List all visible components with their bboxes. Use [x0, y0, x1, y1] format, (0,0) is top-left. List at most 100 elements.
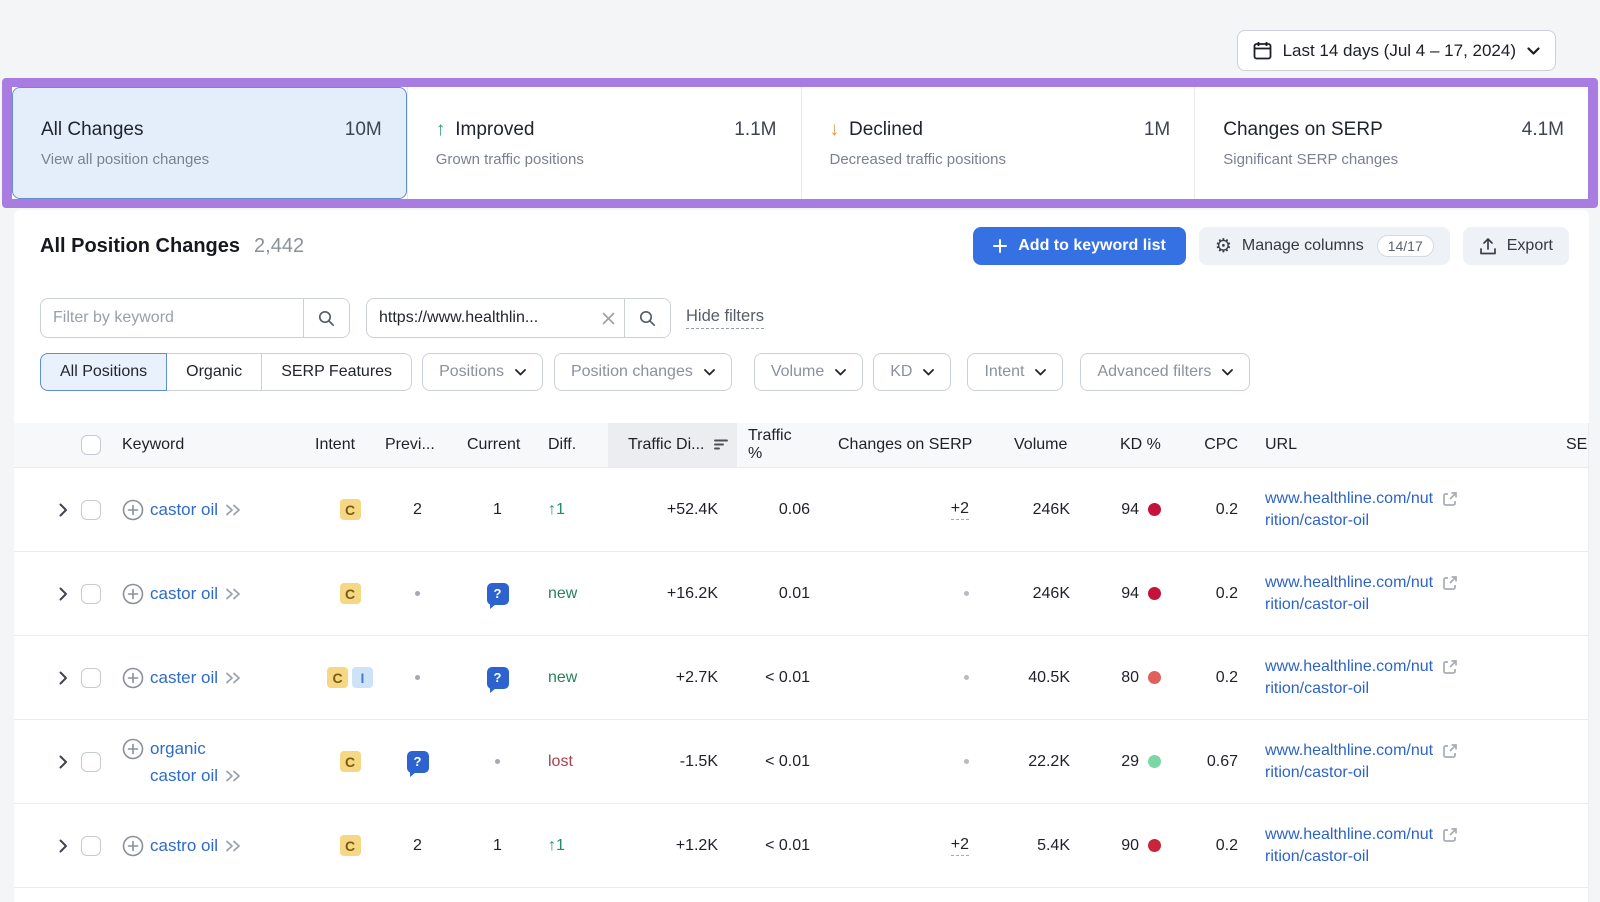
date-range-button[interactable]: Last 14 days (Jul 4 – 17, 2024) [1237, 30, 1556, 71]
row-checkbox[interactable] [81, 584, 101, 604]
column-header-previous[interactable]: Previ... [385, 436, 450, 454]
expand-row-button[interactable] [57, 501, 70, 519]
kd-value: 94 [1121, 501, 1139, 519]
expand-row-button[interactable] [57, 585, 70, 603]
external-link-icon[interactable] [1442, 659, 1458, 675]
add-keyword-icon[interactable] [122, 499, 144, 521]
keyword-link[interactable]: organiccastor oil [150, 739, 218, 785]
cpc-value: 0.2 [1180, 837, 1238, 855]
positions-filter-dropdown[interactable]: Positions [422, 353, 543, 391]
kd-difficulty-dot [1148, 587, 1161, 600]
tab-count: 1M [1144, 119, 1170, 141]
previous-position: 2 [385, 501, 450, 519]
double-chevron-icon[interactable] [225, 672, 242, 684]
double-chevron-icon[interactable] [225, 770, 242, 782]
add-keyword-icon[interactable] [122, 667, 144, 689]
tab-subtitle: Grown traffic positions [436, 151, 777, 168]
column-header-url[interactable]: URL [1265, 436, 1520, 454]
external-link-icon[interactable] [1442, 743, 1458, 759]
expand-row-button[interactable] [57, 669, 70, 687]
segment-serp-features[interactable]: SERP Features [262, 353, 412, 391]
highlight-annotation: All Changes 10M View all position change… [2, 78, 1598, 208]
url-search-button[interactable] [624, 299, 670, 337]
volume-filter-dropdown[interactable]: Volume [754, 353, 863, 391]
url-filter-input[interactable] [367, 299, 592, 337]
plus-icon [993, 239, 1007, 253]
add-keyword-icon[interactable] [122, 738, 144, 760]
people-also-ask-icon: ? [407, 751, 429, 773]
url-link[interactable]: www.healthline.com/nutrition/castor-oil [1265, 488, 1433, 532]
kd-difficulty-dot [1148, 755, 1161, 768]
manage-columns-button[interactable]: ⚙ Manage columns 14/17 [1199, 227, 1450, 265]
no-serp-changes-dot [964, 759, 969, 764]
segment-organic[interactable]: Organic [167, 353, 262, 391]
column-header-kd[interactable]: KD % [1095, 436, 1165, 454]
traffic-diff-value: +2.7K [608, 669, 737, 687]
serp-changes-link[interactable]: +2 [951, 500, 969, 520]
kd-filter-dropdown[interactable]: KD [873, 353, 951, 391]
double-chevron-icon[interactable] [225, 840, 242, 852]
no-position-dot [415, 675, 420, 680]
keyword-link[interactable]: castro oil [150, 836, 218, 855]
table-row: castor oil C 2 1 ↑1 +52.4K 0.06 +2 246K … [14, 468, 1588, 552]
double-chevron-icon[interactable] [225, 588, 242, 600]
export-button[interactable]: Export [1463, 227, 1569, 265]
external-link-icon[interactable] [1442, 491, 1458, 507]
row-checkbox[interactable] [81, 836, 101, 856]
url-link[interactable]: www.healthline.com/nutrition/castor-oil [1265, 824, 1433, 868]
column-header-traffic-pct[interactable]: Traffic % [737, 427, 815, 463]
add-keyword-icon[interactable] [122, 583, 144, 605]
add-to-keyword-list-button[interactable]: Add to keyword list [973, 227, 1186, 265]
kd-value: 29 [1121, 753, 1139, 771]
url-link[interactable]: www.healthline.com/nutrition/castor-oil [1265, 572, 1433, 616]
table-row: caster oil C I ? new +2.7K < 0.01 40.5K … [14, 636, 1588, 720]
expand-row-button[interactable] [57, 837, 70, 855]
keyword-link[interactable]: caster oil [150, 668, 218, 687]
intent-badge-commercial: C [340, 751, 361, 772]
table-row: castor oil C ? new +16.2K 0.01 246K 94 0… [14, 552, 1588, 636]
keyword-search-button[interactable] [303, 299, 349, 337]
tab-changes-on-serp[interactable]: Changes on SERP 4.1M Significant SERP ch… [1194, 87, 1588, 199]
column-header-changes-on-serp[interactable]: Changes on SERP [838, 436, 977, 454]
row-checkbox[interactable] [81, 668, 101, 688]
kd-difficulty-dot [1148, 503, 1161, 516]
hide-filters-link[interactable]: Hide filters [686, 307, 764, 329]
segment-all-positions[interactable]: All Positions [40, 353, 167, 391]
external-link-icon[interactable] [1442, 827, 1458, 843]
url-link[interactable]: www.healthline.com/nutrition/castor-oil [1265, 656, 1433, 700]
column-header-traffic-diff-sorted[interactable]: Traffic Di... [608, 423, 737, 467]
cpc-value: 0.2 [1180, 501, 1238, 519]
keyword-filter-input[interactable] [41, 299, 303, 337]
external-link-icon[interactable] [1442, 575, 1458, 591]
row-checkbox[interactable] [81, 500, 101, 520]
no-serp-changes-dot [964, 675, 969, 680]
tab-improved[interactable]: ↑ Improved 1.1M Grown traffic positions [407, 87, 801, 199]
url-link[interactable]: www.healthline.com/nutrition/castor-oil [1265, 740, 1433, 784]
column-header-current[interactable]: Current [460, 436, 535, 454]
column-header-keyword[interactable]: Keyword [122, 436, 300, 454]
table-row: organiccastor oil C ? lost -1.5K < 0.01 … [14, 720, 1588, 804]
row-checkbox[interactable] [81, 752, 101, 772]
column-header-cpc[interactable]: CPC [1180, 436, 1238, 454]
tab-all-changes[interactable]: All Changes 10M View all position change… [12, 87, 407, 199]
advanced-filters-dropdown[interactable]: Advanced filters [1080, 353, 1250, 391]
tab-declined[interactable]: ↓ Declined 1M Decreased traffic position… [801, 87, 1195, 199]
position-changes-filter-dropdown[interactable]: Position changes [554, 353, 732, 391]
clear-url-filter-button[interactable] [592, 299, 624, 337]
intent-filter-dropdown[interactable]: Intent [967, 353, 1063, 391]
cpc-value: 0.67 [1180, 753, 1238, 771]
traffic-pct-value: < 0.01 [737, 837, 815, 855]
double-chevron-icon[interactable] [225, 504, 242, 516]
select-all-checkbox[interactable] [81, 435, 101, 455]
add-keyword-icon[interactable] [122, 835, 144, 857]
serp-changes-link[interactable]: +2 [951, 836, 969, 856]
column-header-diff[interactable]: Diff. [545, 436, 600, 454]
keyword-link[interactable]: castor oil [150, 584, 218, 603]
chevron-right-icon [59, 839, 68, 853]
previous-position: 2 [385, 837, 450, 855]
keyword-link[interactable]: castor oil [150, 500, 218, 519]
column-header-volume[interactable]: Volume [1000, 436, 1070, 454]
column-header-serp-snapshot[interactable]: SE [1520, 436, 1588, 454]
expand-row-button[interactable] [57, 753, 70, 771]
column-header-intent[interactable]: Intent [315, 436, 385, 454]
